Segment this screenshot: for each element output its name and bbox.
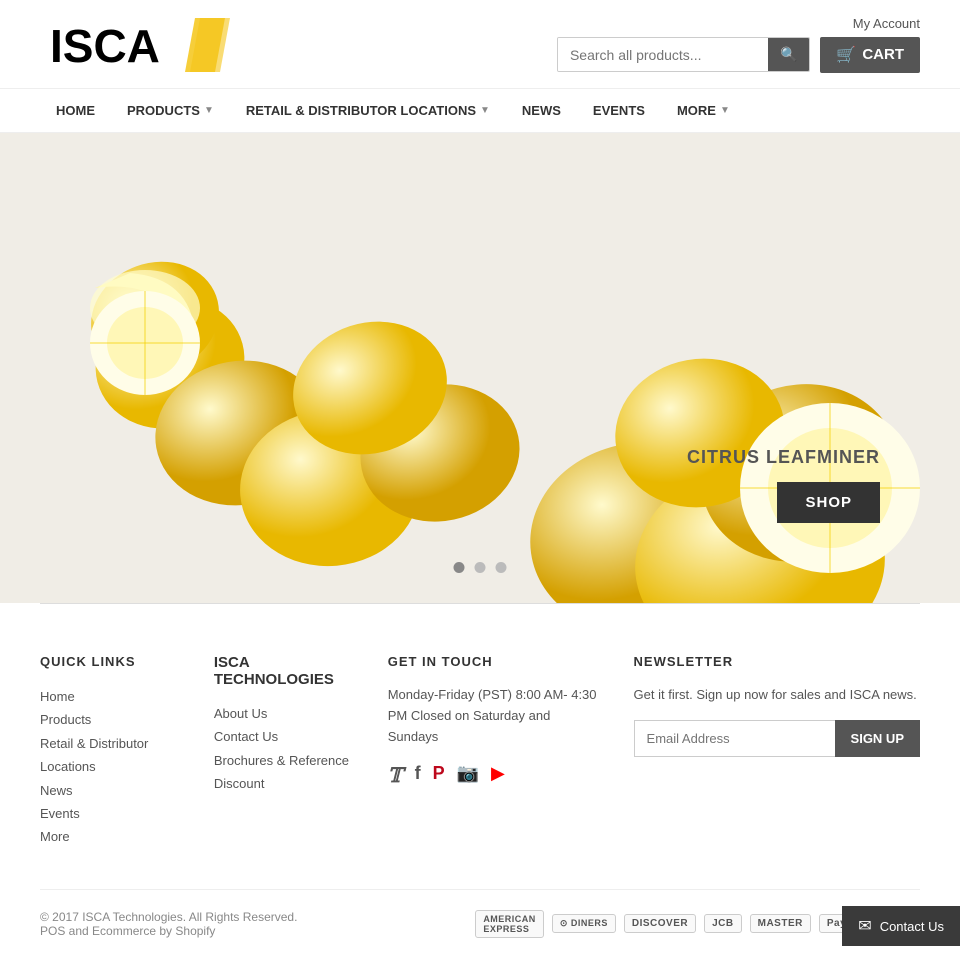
newsletter-title: NEWSLETTER	[634, 654, 920, 669]
jcb-icon: JCB	[704, 914, 742, 933]
cart-label: CART	[862, 46, 904, 63]
diners-icon: ⊙ DINERS	[552, 914, 616, 933]
cart-icon: 🛒	[836, 45, 856, 65]
footer-link-contact[interactable]: Contact Us	[214, 725, 358, 748]
newsletter-text: Get it first. Sign up now for sales and …	[634, 685, 920, 706]
mastercard-icon: MASTER	[750, 914, 811, 933]
business-hours: Monday-Friday (PST) 8:00 AM- 4:30 PM Clo…	[388, 685, 604, 747]
footer-company: ISCA TECHNOLOGIES About Us Contact Us Br…	[214, 654, 358, 849]
shopify-link[interactable]: Ecommerce by Shopify	[92, 924, 215, 938]
footer-link-brochures[interactable]: Brochures & Reference	[214, 749, 358, 772]
company-title: ISCA TECHNOLOGIES	[214, 654, 358, 688]
footer: QUICK LINKS Home Products Retail & Distr…	[0, 604, 960, 968]
newsletter-email-input[interactable]	[634, 720, 835, 757]
nav-more-arrow: ▼	[720, 105, 730, 116]
nav-retail[interactable]: RETAIL & DISTRIBUTOR LOCATIONS ▼	[230, 89, 506, 132]
powered-by: POS and Ecommerce by Shopify	[40, 924, 215, 938]
search-cart-area: 🔍 🛒 CART	[557, 37, 920, 73]
footer-link-discount[interactable]: Discount	[214, 772, 358, 795]
instagram-icon[interactable]: 📷	[457, 763, 479, 788]
carousel-dot-3[interactable]	[496, 562, 507, 573]
hero-carousel-dots	[454, 562, 507, 573]
facebook-icon[interactable]: f	[415, 763, 421, 788]
nav-retail-arrow: ▼	[480, 105, 490, 116]
newsletter-signup-button[interactable]: SIGN UP	[835, 720, 920, 757]
my-account-link[interactable]: My Account	[853, 16, 920, 31]
contact-float-label: Contact Us	[880, 919, 944, 934]
contact-float-button[interactable]: ✉ Contact Us	[842, 906, 960, 946]
nav-products[interactable]: PRODUCTS ▼	[111, 89, 230, 132]
get-in-touch-title: GET IN TOUCH	[388, 654, 604, 669]
footer-newsletter: NEWSLETTER Get it first. Sign up now for…	[634, 654, 920, 849]
contact-float-icon: ✉	[858, 916, 871, 936]
discover-icon: DISCOVER	[624, 914, 696, 933]
footer-link-home[interactable]: Home	[40, 685, 184, 708]
social-icons: 𝕋 f P 📷 ▶	[388, 763, 604, 788]
hero-banner: CITRUS LEAFMINER SHOP	[0, 133, 960, 603]
twitter-icon[interactable]: 𝕋	[388, 763, 403, 788]
carousel-dot-1[interactable]	[454, 562, 465, 573]
footer-link-news[interactable]: News	[40, 779, 184, 802]
footer-grid: QUICK LINKS Home Products Retail & Distr…	[40, 654, 920, 849]
footer-bottom: © 2017 ISCA Technologies. All Rights Res…	[40, 889, 920, 938]
footer-link-retail[interactable]: Retail & Distributor Locations	[40, 732, 184, 779]
navigation: HOME PRODUCTS ▼ RETAIL & DISTRIBUTOR LOC…	[0, 88, 960, 133]
amex-icon: AMERICANEXPRESS	[475, 910, 544, 938]
search-bar: 🔍	[557, 37, 810, 72]
header: ISCA My Account 🔍 🛒 CART	[0, 0, 960, 88]
footer-quick-links: QUICK LINKS Home Products Retail & Distr…	[40, 654, 184, 849]
nav-news[interactable]: NEWS	[506, 89, 577, 132]
search-button[interactable]: 🔍	[768, 38, 809, 71]
footer-link-products[interactable]: Products	[40, 708, 184, 731]
hero-label: CITRUS LEAFMINER	[687, 447, 880, 468]
nav-events[interactable]: EVENTS	[577, 89, 661, 132]
footer-link-more[interactable]: More	[40, 825, 184, 848]
footer-contact: GET IN TOUCH Monday-Friday (PST) 8:00 AM…	[388, 654, 604, 849]
search-input[interactable]	[558, 38, 768, 71]
nav-home[interactable]: HOME	[40, 89, 111, 132]
cart-button[interactable]: 🛒 CART	[820, 37, 920, 73]
copyright-text: © 2017 ISCA Technologies. All Rights Res…	[40, 910, 297, 938]
hero-overlay: CITRUS LEAFMINER SHOP	[687, 447, 880, 523]
youtube-icon[interactable]: ▶	[491, 763, 505, 788]
nav-more[interactable]: MORE ▼	[661, 89, 746, 132]
footer-link-about[interactable]: About Us	[214, 702, 358, 725]
svg-text:ISCA: ISCA	[50, 20, 160, 72]
logo[interactable]: ISCA	[40, 10, 230, 78]
hero-shop-button[interactable]: SHOP	[777, 482, 880, 523]
copyright: © 2017 ISCA Technologies. All Rights Res…	[40, 910, 297, 924]
newsletter-form: SIGN UP	[634, 720, 920, 757]
header-right: My Account 🔍 🛒 CART	[557, 16, 920, 73]
pinterest-icon[interactable]: P	[433, 763, 445, 788]
hero-lemons-svg	[0, 133, 960, 603]
nav-products-arrow: ▼	[204, 105, 214, 116]
carousel-dot-2[interactable]	[475, 562, 486, 573]
quick-links-title: QUICK LINKS	[40, 654, 184, 669]
footer-link-events[interactable]: Events	[40, 802, 184, 825]
